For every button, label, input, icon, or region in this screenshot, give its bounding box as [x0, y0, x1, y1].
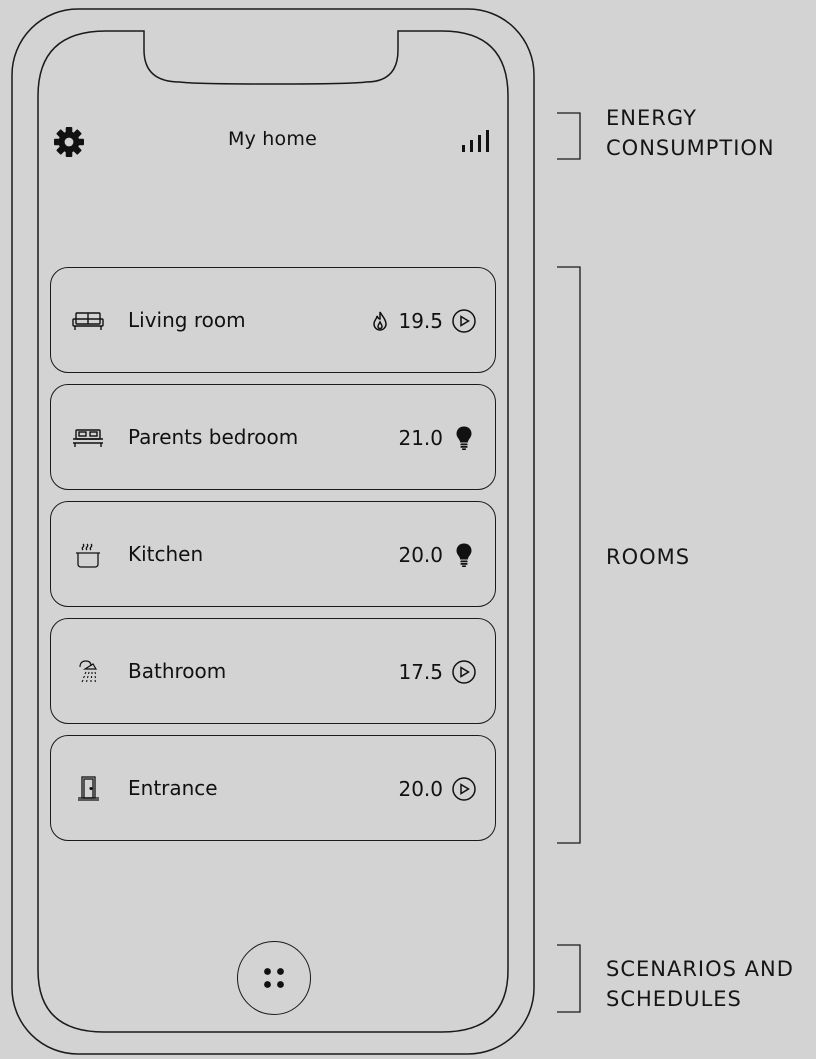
room-name: Parents bedroom — [128, 425, 299, 449]
annotation-rooms: ROOMS — [606, 545, 691, 569]
four-dots-icon — [264, 968, 284, 988]
settings-button[interactable] — [52, 126, 88, 158]
door-icon — [71, 774, 105, 804]
annotation-energy-consumption: ENERGY CONSUMPTION — [606, 106, 775, 160]
annotation-bracket-scenarios — [557, 944, 581, 1013]
play-circle-icon[interactable] — [451, 776, 477, 802]
room-card-living-room[interactable]: Living room 19.5 — [50, 267, 496, 373]
flame-icon — [373, 311, 388, 331]
lightbulb-icon[interactable] — [451, 425, 477, 451]
lightbulb-icon[interactable] — [451, 542, 477, 568]
room-name: Kitchen — [128, 542, 204, 566]
room-temperature: 20.0 — [398, 543, 443, 567]
room-name: Living room — [128, 308, 246, 332]
scenarios-menu-button[interactable] — [237, 941, 311, 1015]
room-temperature: 17.5 — [398, 660, 443, 684]
room-temperature: 21.0 — [398, 426, 443, 450]
room-temperature: 20.0 — [398, 777, 443, 801]
room-card-parents-bedroom[interactable]: Parents bedroom 21.0 — [50, 384, 496, 490]
annotation-scenarios-and-schedules: SCENARIOS AND SCHEDULES — [606, 957, 794, 1011]
room-card-entrance[interactable]: Entrance 20.0 — [50, 735, 496, 841]
annotation-bracket-rooms — [557, 266, 581, 844]
gear-icon — [54, 127, 84, 157]
shower-icon — [71, 657, 105, 687]
page-title: My home — [228, 128, 317, 150]
room-card-kitchen[interactable]: Kitchen 20.0 — [50, 501, 496, 607]
bed-icon — [71, 423, 105, 453]
room-card-bathroom[interactable]: Bathroom 17.5 — [50, 618, 496, 724]
room-name: Entrance — [128, 776, 218, 800]
sofa-icon — [71, 306, 105, 336]
bar-chart-icon — [462, 130, 489, 152]
play-circle-icon[interactable] — [451, 659, 477, 685]
cooking-pot-icon — [71, 540, 105, 570]
room-temperature: 19.5 — [398, 309, 443, 333]
room-name: Bathroom — [128, 659, 227, 683]
energy-consumption-button[interactable] — [458, 128, 494, 156]
annotation-bracket-energy — [557, 112, 581, 160]
play-circle-icon[interactable] — [451, 308, 477, 334]
